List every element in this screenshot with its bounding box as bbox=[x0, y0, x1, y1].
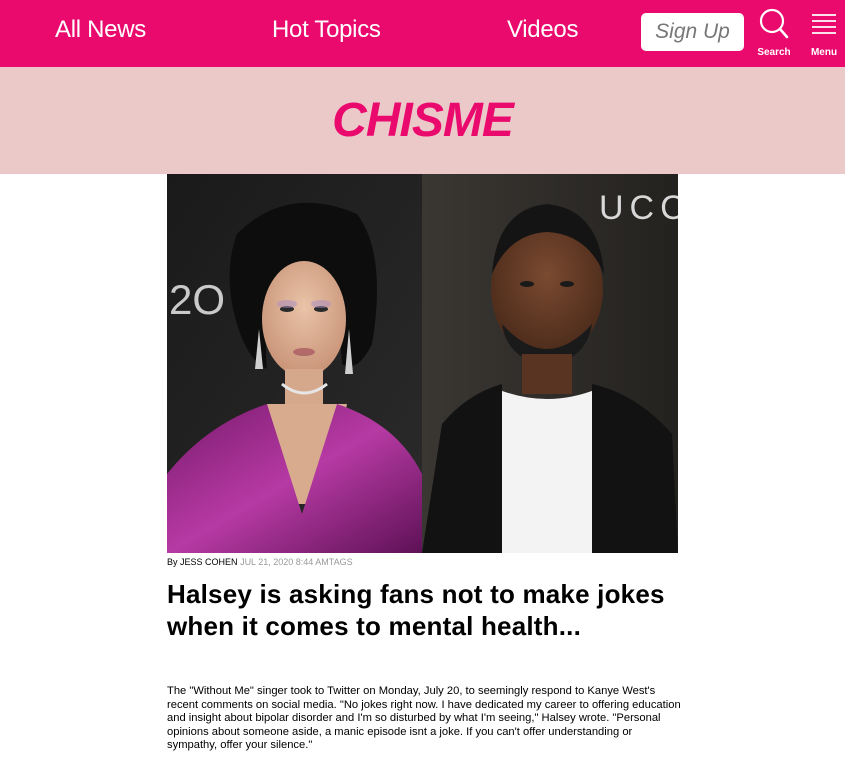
article-meta: JUL 21, 2020 8:44 AMTAGS bbox=[240, 557, 353, 567]
hamburger-menu-icon bbox=[812, 14, 836, 34]
author-name[interactable]: JESS COHEN bbox=[180, 557, 238, 567]
nav-all-news[interactable]: All News bbox=[55, 16, 146, 44]
byline-prefix: By bbox=[167, 557, 178, 567]
article-headline[interactable]: Halsey is asking fans not to make jokes … bbox=[167, 578, 687, 642]
menu-label: Menu bbox=[810, 47, 838, 58]
search-icon bbox=[759, 8, 789, 39]
search-button[interactable]: Search bbox=[752, 6, 796, 60]
halsey-photo-panel: 2O bbox=[167, 174, 422, 553]
search-label: Search bbox=[757, 47, 791, 58]
article-byline: By JESS COHEN JUL 21, 2020 8:44 AMTAGS bbox=[167, 557, 353, 567]
nav-videos[interactable]: Videos bbox=[507, 16, 578, 44]
site-logo[interactable]: CHISME bbox=[0, 93, 845, 148]
top-navigation-bar: All News Hot Topics Videos Sign Up Searc… bbox=[0, 0, 845, 67]
sign-up-button[interactable]: Sign Up bbox=[641, 13, 744, 51]
menu-button[interactable]: Menu bbox=[802, 6, 845, 60]
nav-hot-topics[interactable]: Hot Topics bbox=[272, 16, 381, 44]
article-hero-image[interactable]: 2O UCC bbox=[167, 174, 678, 553]
svg-text:2O: 2O bbox=[169, 276, 225, 323]
kanye-photo-panel: UCC bbox=[422, 174, 678, 553]
article-body: The "Without Me" singer took to Twitter … bbox=[167, 685, 681, 751]
svg-text:UCC: UCC bbox=[599, 189, 678, 227]
brand-banner: CHISME bbox=[0, 67, 845, 174]
